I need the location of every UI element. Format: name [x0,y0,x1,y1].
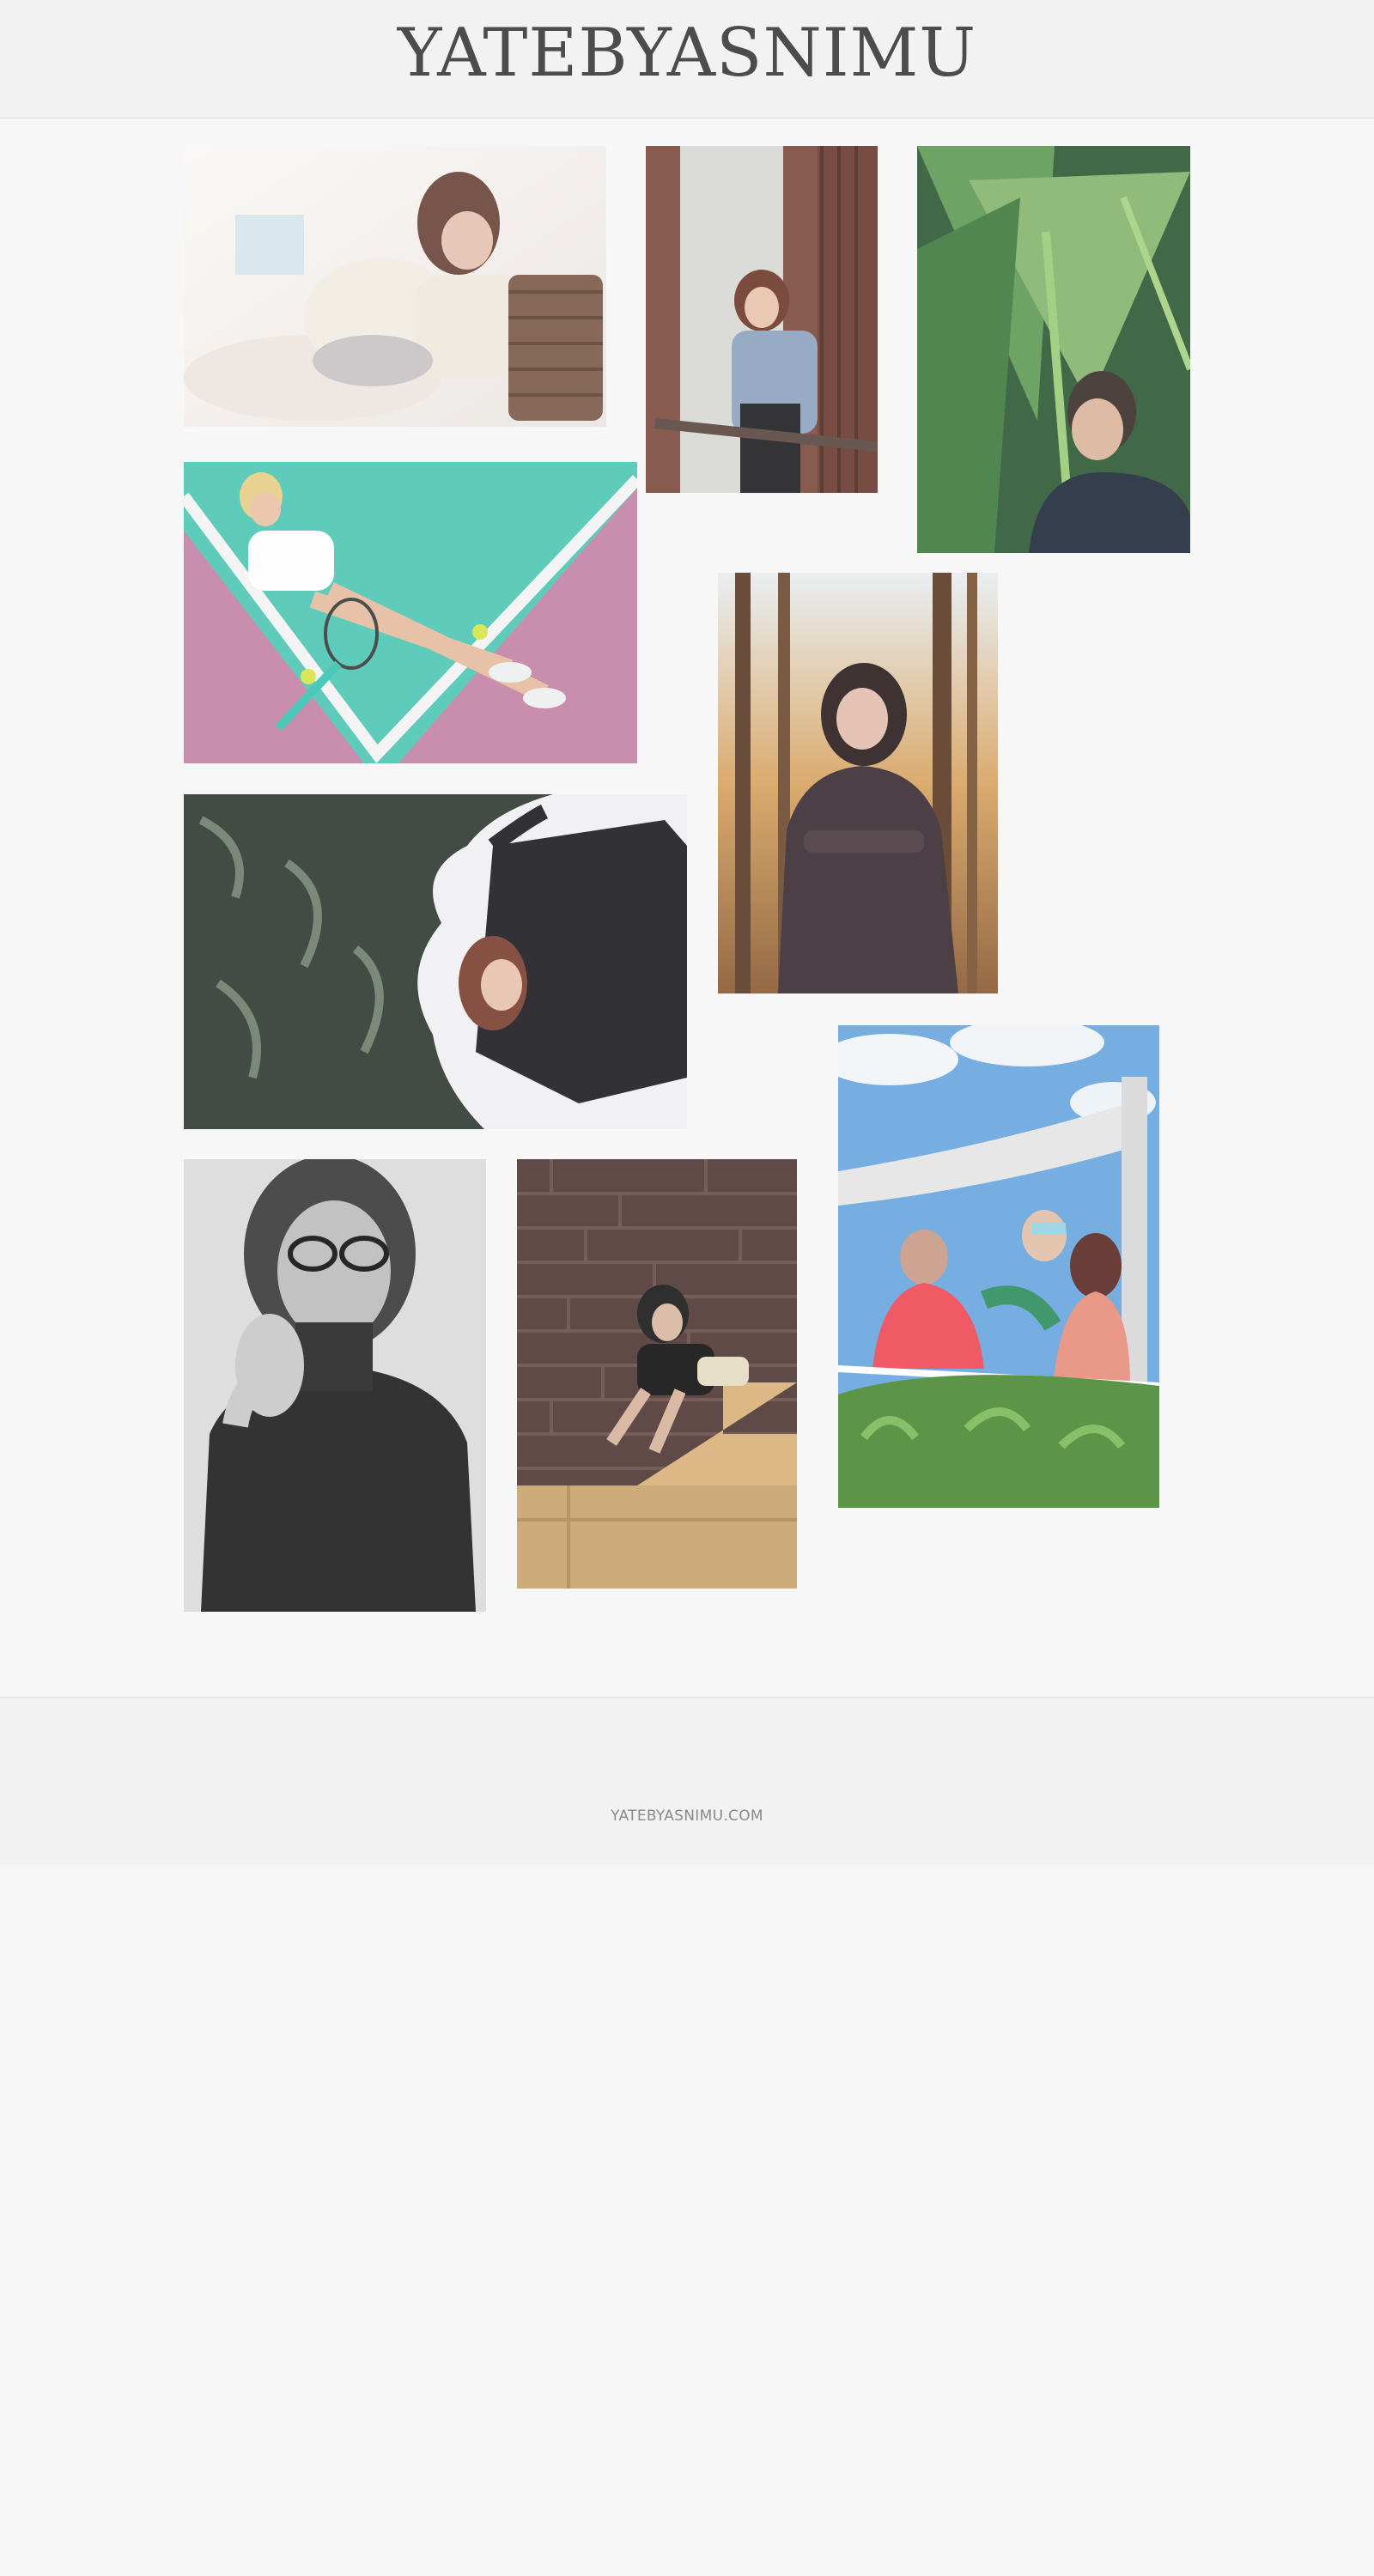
photo-woman-denim-jacket-image [646,146,878,493]
photo-gallery [0,0,1374,1700]
photo-man-palm-leaves-image [917,146,1190,553]
photo-woman-glasses-bw-image [184,1159,486,1612]
photo-woman-blanket-image [184,146,606,427]
footer-domain-link[interactable]: YATEBYASNIMU.COM [0,1807,1374,1825]
photo-woman-blanket[interactable] [184,146,606,427]
photo-woman-snow-rocks[interactable] [184,794,687,1129]
photo-man-palm-leaves[interactable] [917,146,1190,553]
photo-family-terrace[interactable] [838,1025,1159,1508]
site-footer: YATEBYASNIMU.COM [0,1697,1374,1868]
photo-woman-brick-stairs[interactable] [517,1159,797,1589]
photo-woman-forest[interactable] [718,573,998,993]
photo-woman-glasses-bw[interactable] [184,1159,486,1612]
photo-family-terrace-image [838,1025,1159,1508]
photo-woman-forest-image [718,573,998,993]
photo-tennis-court-image [184,462,637,763]
photo-woman-denim-jacket[interactable] [646,146,878,493]
photo-woman-brick-stairs-image [517,1159,797,1589]
photo-tennis-court[interactable] [184,462,637,763]
photo-woman-snow-rocks-image [184,794,687,1129]
